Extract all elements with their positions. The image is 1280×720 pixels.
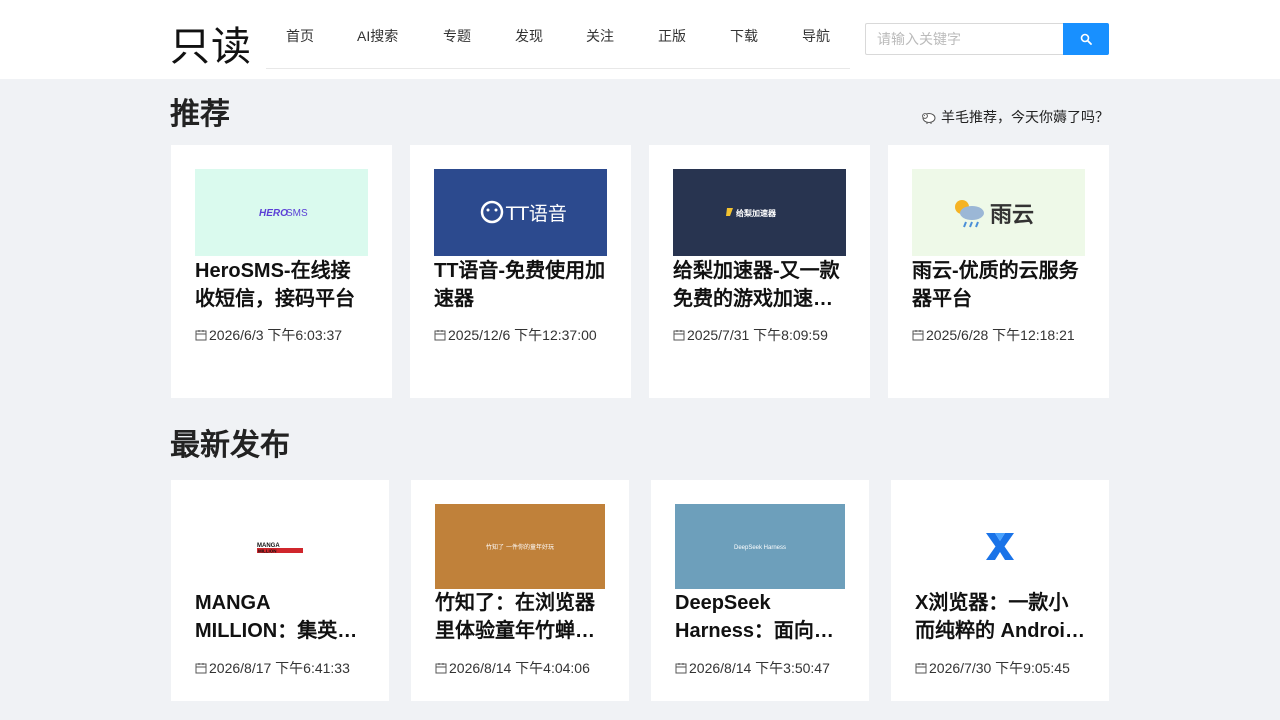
recommend-card[interactable]: HERO SMS HeroSMS-在线接收短信，接码平台 2026/6/3 下午… (171, 145, 392, 398)
calendar-icon (195, 330, 207, 341)
card-thumbnail: 给梨加速器 (673, 169, 846, 256)
tt-voice-logo: TT语音 (434, 169, 607, 256)
latest-card[interactable]: DeepSeek Harness DeepSeek Harness：面向… 20… (651, 480, 869, 701)
card-date-text: 2025/6/28 下午12:18:21 (926, 327, 1075, 343)
card-date: 2026/8/17 下午6:41:33 (195, 658, 350, 678)
recommend-card[interactable]: 雨云 雨云-优质的云服务器平台 2025/6/28 下午12:18:21 (888, 145, 1109, 398)
card-date: 2026/7/30 下午9:05:45 (915, 658, 1070, 678)
calendar-icon (673, 330, 685, 341)
card-date: 2026/6/3 下午6:03:37 (195, 325, 342, 345)
card-title[interactable]: 给梨加速器-又一款免费的游戏加速… (673, 257, 846, 313)
card-date: 2025/7/31 下午8:09:59 (673, 325, 828, 345)
card-date: 2025/6/28 下午12:18:21 (912, 325, 1075, 345)
svg-text:给梨加速器: 给梨加速器 (736, 208, 777, 218)
recommend-section-title: 推荐 (170, 97, 230, 132)
latest-section-title: 最新发布 (170, 428, 290, 463)
geili-accelerator-logo: 给梨加速器 (673, 169, 846, 256)
x-browser-logo (915, 504, 1085, 589)
card-thumbnail: TT语音 (434, 169, 607, 256)
card-thumbnail: DeepSeek Harness (675, 504, 845, 589)
nav-item-download[interactable]: 下载 (730, 26, 758, 46)
svg-text:DeepSeek Harness: DeepSeek Harness (734, 545, 786, 551)
search-input[interactable] (865, 23, 1064, 55)
nav-item-navigation[interactable]: 导航 (802, 26, 830, 46)
card-date-text: 2026/8/14 下午4:04:06 (449, 660, 590, 676)
card-thumbnail (915, 504, 1085, 589)
card-thumbnail: 雨云 (912, 169, 1085, 256)
zhuzhiliao-thumbnail: 竹知了 一件你的童年好玩 (435, 504, 605, 589)
card-title[interactable]: 竹知了：在浏览器里体验童年竹蝉… (435, 589, 605, 645)
nav-item-follow[interactable]: 关注 (586, 26, 614, 46)
calendar-icon (915, 663, 927, 674)
card-date-text: 2026/6/3 下午6:03:37 (209, 327, 343, 343)
rainyun-logo: 雨云 (912, 169, 1085, 256)
site-header: 只读 首页 AI搜索 专题 发现 关注 正版 下载 导航 (0, 0, 1280, 79)
card-thumbnail: HERO SMS (195, 169, 368, 256)
manga-million-logo: MANGA MILLION (195, 504, 365, 589)
svg-text:HERO: HERO (259, 208, 288, 219)
card-thumbnail: 竹知了 一件你的童年好玩 (435, 504, 605, 589)
recommend-card[interactable]: 给梨加速器 给梨加速器-又一款免费的游戏加速… 2025/7/31 下午8:09… (649, 145, 870, 398)
herosms-logo: HERO SMS (195, 169, 368, 256)
card-date: 2026/8/14 下午3:50:47 (675, 658, 830, 678)
recommend-card[interactable]: TT语音 TT语音-免费使用加速器 2025/12/6 下午12:37:00 (410, 145, 631, 398)
latest-card[interactable]: 竹知了 一件你的童年好玩 竹知了：在浏览器里体验童年竹蝉… 2026/8/14 … (411, 480, 629, 701)
svg-text:竹知了 一件你的童年好玩: 竹知了 一件你的童年好玩 (486, 543, 554, 551)
nav-item-genuine[interactable]: 正版 (658, 26, 686, 46)
calendar-icon (675, 663, 687, 674)
search-button[interactable] (1063, 23, 1109, 55)
promo-text: 羊毛推荐，今天你薅了吗？ (941, 109, 1109, 125)
sheep-icon (922, 113, 936, 124)
svg-text:TT语音: TT语音 (505, 203, 567, 225)
card-title[interactable]: 雨云-优质的云服务器平台 (912, 257, 1085, 313)
nav-item-topics[interactable]: 专题 (443, 26, 471, 46)
calendar-icon (912, 330, 924, 341)
svg-text:MILLION: MILLION (258, 549, 277, 554)
card-date-text: 2026/8/14 下午3:50:47 (689, 660, 830, 676)
promo-link[interactable]: 羊毛推荐，今天你薅了吗？ (921, 107, 1109, 127)
latest-card[interactable]: MANGA MILLION MANGA MILLION：集英… 2026/8/1… (171, 480, 389, 701)
main-nav: 首页 AI搜索 专题 发现 关注 正版 下载 导航 (266, 0, 850, 69)
card-date: 2026/8/14 下午4:04:06 (435, 658, 590, 678)
search-box (865, 23, 1109, 55)
card-date-text: 2026/8/17 下午6:41:33 (209, 660, 350, 676)
svg-text:雨云: 雨云 (990, 203, 1034, 228)
card-date-text: 2025/12/6 下午12:37:00 (448, 327, 597, 343)
card-date-text: 2025/7/31 下午8:09:59 (687, 327, 828, 343)
card-title[interactable]: HeroSMS-在线接收短信，接码平台 (195, 257, 368, 313)
calendar-icon (435, 663, 447, 674)
card-title[interactable]: TT语音-免费使用加速器 (434, 257, 607, 313)
svg-text:SMS: SMS (286, 208, 308, 219)
card-title[interactable]: MANGA MILLION：集英… (195, 589, 365, 645)
deepseek-harness-thumbnail: DeepSeek Harness (675, 504, 845, 589)
card-date-text: 2026/7/30 下午9:05:45 (929, 660, 1070, 676)
nav-item-discover[interactable]: 发现 (515, 26, 543, 46)
latest-card[interactable]: X浏览器：一款小而纯粹的 Androi… 2026/7/30 下午9:05:45 (891, 480, 1109, 701)
card-thumbnail: MANGA MILLION (195, 504, 365, 589)
calendar-icon (195, 663, 207, 674)
nav-item-ai-search[interactable]: AI搜索 (357, 26, 398, 46)
search-icon (1080, 33, 1092, 45)
card-title[interactable]: X浏览器：一款小而纯粹的 Androi… (915, 589, 1085, 645)
calendar-icon (434, 330, 446, 341)
card-date: 2025/12/6 下午12:37:00 (434, 325, 597, 345)
site-logo[interactable]: 只读 (170, 14, 252, 72)
nav-item-home[interactable]: 首页 (286, 26, 314, 46)
card-title[interactable]: DeepSeek Harness：面向… (675, 589, 845, 645)
